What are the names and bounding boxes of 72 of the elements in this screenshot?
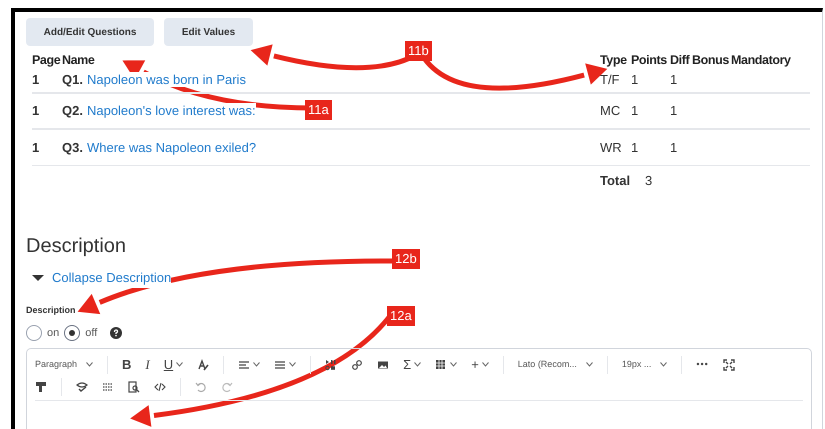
radio-label: on [47, 326, 60, 341]
total-value: 3 [645, 172, 652, 190]
help-icon[interactable] [110, 327, 122, 340]
table-cell-text: T/F [600, 71, 620, 89]
accessibility-check-icon[interactable] [76, 381, 88, 393]
text-color-icon[interactable] [197, 358, 210, 370]
question-number: Q1. [62, 72, 83, 87]
caret-icon [86, 362, 94, 367]
question-number: Q2. [62, 103, 83, 118]
caret-icon [450, 362, 458, 367]
caret-icon [289, 362, 296, 367]
toolbar-button[interactable]: + [471, 354, 489, 374]
table-cell-text: 1 [670, 71, 678, 89]
field-label: Description [26, 304, 76, 317]
toolbar-button[interactable]: I [145, 354, 150, 374]
radio-button[interactable] [64, 325, 80, 342]
caret-icon [253, 362, 260, 367]
column-header: Diff [670, 52, 690, 69]
table-cell-text: MC [600, 102, 622, 120]
fullscreen-icon[interactable] [722, 358, 735, 370]
caret-icon [414, 362, 422, 367]
column-header: Bonus [692, 52, 729, 69]
radio-button[interactable] [26, 325, 42, 342]
image-icon[interactable] [377, 358, 390, 370]
table-cell-text: 1 [670, 102, 678, 120]
toolbar-button[interactable]: U [164, 354, 184, 374]
toolbar-button[interactable]: ••• [696, 358, 709, 372]
column-header: Points [631, 52, 667, 69]
annotation-label: 11a [305, 100, 332, 120]
table-cell-text: 1 [32, 102, 40, 120]
column-header: Name [62, 52, 94, 69]
toolbar-button[interactable]: B [122, 354, 132, 374]
question-link[interactable]: Napoleon was born in Paris [86, 72, 246, 87]
column-header: Page [32, 52, 60, 69]
column-header: Mandatory [731, 52, 791, 69]
paint-format-icon[interactable] [35, 381, 47, 393]
link-icon[interactable] [351, 358, 364, 370]
toolbar-button[interactable]: Σ [403, 354, 422, 374]
question-link[interactable]: Where was Napoleon exiled? [86, 140, 256, 155]
table-cell-text: 1 [631, 102, 640, 120]
section-heading: Description [26, 234, 128, 258]
annotation-label: 12b [392, 249, 420, 269]
annotation-label: 11b [405, 41, 432, 61]
table-cell-text: WR [600, 138, 623, 157]
annotation-label: 12a [387, 306, 415, 326]
total-label: Total [600, 172, 632, 190]
add-edit-questions-button[interactable]: Add/Edit Questions [26, 18, 154, 46]
question-number: Q3. [62, 140, 83, 155]
table-cell-text: 1 [631, 71, 640, 89]
list-icon[interactable] [274, 358, 286, 370]
collapse-caret-icon [32, 274, 44, 281]
table-icon[interactable] [435, 358, 448, 370]
table-cell-text: 1 [32, 138, 40, 157]
column-header: Type [600, 52, 627, 69]
caret-icon [660, 362, 668, 367]
caret-icon [482, 362, 489, 367]
media-icon[interactable] [325, 358, 338, 370]
caret-icon [586, 362, 593, 367]
horizontal-rule-icon[interactable] [102, 381, 114, 393]
align-icon[interactable] [238, 358, 250, 370]
format-select[interactable]: 19px ... [622, 358, 668, 372]
code-icon[interactable] [154, 381, 166, 393]
format-select[interactable]: Paragraph [35, 358, 94, 372]
caret-icon [176, 362, 184, 367]
table-cell-text: 1 [670, 138, 678, 157]
radio-label: off [85, 326, 98, 341]
question-link[interactable]: Napoleon's love interest was: [86, 103, 256, 118]
table-cell-text: 1 [631, 138, 640, 157]
table-cell-text: 1 [32, 71, 40, 89]
format-select[interactable]: Lato (Recom... [518, 358, 593, 372]
find-icon[interactable] [128, 381, 140, 393]
edit-values-button[interactable]: Edit Values [164, 18, 253, 46]
